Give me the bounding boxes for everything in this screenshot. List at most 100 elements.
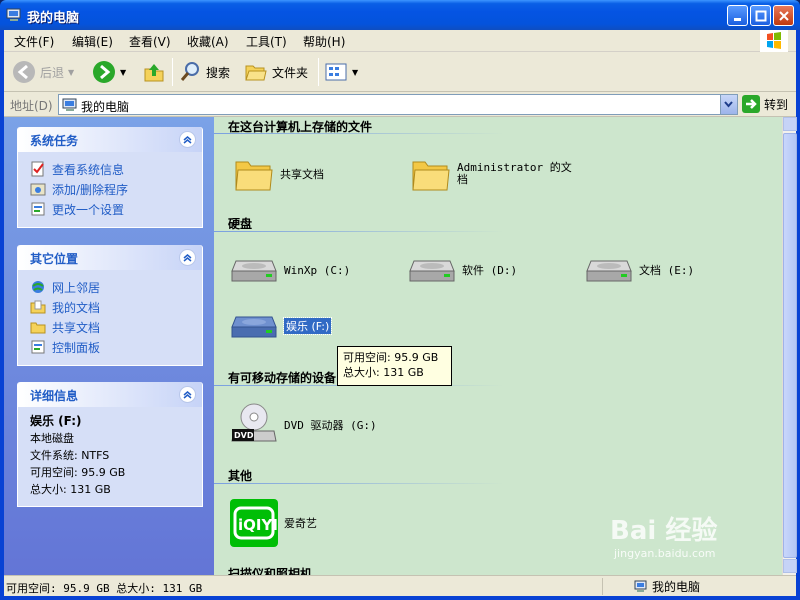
globe-icon	[32, 281, 44, 293]
task-change-setting[interactable]: 更改一个设置	[30, 199, 192, 219]
close-button[interactable]	[773, 5, 794, 26]
other-places-panel: 其它位置 网上邻居 我的文档 共享文档 控制面板	[17, 245, 203, 366]
forward-arrow-icon	[93, 61, 115, 83]
details-free-space: 可用空间: 95.9 GB	[30, 466, 126, 479]
windows-logo-icon	[760, 30, 788, 52]
details-total-size: 总大小: 131 GB	[30, 483, 111, 496]
menu-favorites[interactable]: 收藏(A)	[187, 33, 229, 50]
system-tasks-header[interactable]: 系统任务	[18, 127, 202, 152]
chevron-down-icon	[724, 101, 733, 108]
status-location: 我的电脑	[652, 580, 701, 594]
svg-text:DVD: DVD	[234, 431, 254, 440]
forward-button[interactable]: ▼	[92, 58, 126, 86]
back-button[interactable]: 后退 ▼	[12, 58, 74, 86]
watermark-url: jingyan.baidu.com	[614, 547, 716, 560]
views-icon	[325, 63, 347, 81]
go-label: 转到	[764, 97, 789, 112]
details-header[interactable]: 详细信息	[18, 382, 202, 407]
status-zone: 我的电脑	[634, 578, 700, 595]
group-removable: 有可移动存储的设备	[228, 371, 337, 385]
computer-icon	[634, 580, 647, 592]
place-shared-documents[interactable]: 共享文档	[30, 317, 192, 337]
collapse-icon[interactable]	[179, 131, 196, 148]
hard-drive-icon	[409, 260, 455, 282]
go-button[interactable]: 转到	[742, 95, 788, 113]
folders-button[interactable]: 文件夹	[244, 58, 308, 86]
toolbar-separator	[318, 58, 319, 86]
item-dvd-drive[interactable]: DVD DVD 驱动器 (G:)	[230, 401, 377, 449]
folders-icon	[245, 65, 267, 81]
menu-edit[interactable]: 编辑(E)	[72, 33, 113, 50]
address-label: 地址(D)	[10, 99, 53, 113]
menu-view[interactable]: 查看(V)	[129, 33, 171, 50]
item-drive-c[interactable]: WinXp (C:)	[230, 255, 350, 285]
item-drive-f[interactable]: 娱乐 (F:)	[230, 311, 333, 341]
status-bar: 可用空间: 95.9 GB 总大小: 131 GB 我的电脑	[4, 575, 796, 596]
content-pane: 在这台计算机上存储的文件 共享文档 Administrator 的文档 硬盘 W…	[214, 117, 782, 575]
status-divider	[602, 578, 603, 595]
item-iqiyi[interactable]: iQIYI 爱奇艺	[230, 499, 317, 547]
add-remove-programs-icon	[30, 183, 46, 196]
menu-file[interactable]: 文件(F)	[14, 33, 54, 50]
folder-icon	[30, 322, 46, 334]
drive-tooltip: 可用空间: 95.9 GB 总大小: 131 GB	[337, 346, 452, 386]
svg-text:iQIYI: iQIYI	[238, 516, 278, 534]
address-value: 我的电脑	[81, 100, 130, 114]
menu-tools[interactable]: 工具(T)	[246, 33, 287, 50]
status-text: 可用空间: 95.9 GB 总大小: 131 GB	[6, 582, 203, 595]
group-other: 其他	[228, 469, 253, 483]
details-filesystem: 文件系统: NTFS	[30, 449, 110, 462]
system-tasks-panel: 系统任务 查看系统信息 添加/删除程序 更改一个设置	[17, 127, 203, 228]
task-view-system-info[interactable]: 查看系统信息	[30, 159, 192, 179]
views-button[interactable]: ▼	[324, 58, 358, 86]
place-network[interactable]: 网上邻居	[30, 277, 192, 297]
item-drive-d[interactable]: 软件 (D:)	[408, 255, 517, 285]
search-button[interactable]: 搜索	[178, 58, 230, 86]
views-dropdown-icon[interactable]: ▼	[352, 68, 358, 77]
maximize-icon	[755, 10, 767, 22]
hard-drive-icon	[231, 260, 277, 282]
task-add-remove-programs[interactable]: 添加/删除程序	[30, 179, 192, 199]
dvd-drive-icon: DVD	[231, 403, 277, 442]
task-pane: 系统任务 查看系统信息 添加/删除程序 更改一个设置 其它位置 网上邻居 我的文…	[4, 117, 214, 575]
address-bar: 地址(D) 我的电脑 转到	[4, 92, 796, 117]
vertical-scrollbar[interactable]	[782, 117, 797, 575]
group-scanners: 扫描仪和照相机	[228, 567, 313, 575]
toolbar-separator	[172, 58, 173, 86]
item-admin-documents[interactable]: Administrator 的文档	[411, 154, 581, 194]
group-hard-disks: 硬盘	[228, 217, 253, 231]
group-divider	[214, 231, 504, 232]
maximize-button[interactable]	[750, 5, 771, 26]
other-places-header[interactable]: 其它位置	[18, 245, 202, 270]
back-dropdown-icon[interactable]: ▼	[68, 68, 74, 77]
forward-dropdown-icon[interactable]: ▼	[120, 68, 126, 77]
search-icon	[180, 62, 199, 81]
details-type: 本地磁盘	[30, 432, 74, 445]
toolbar: 后退 ▼ ▼ 搜索 文件夹 ▼	[4, 52, 796, 92]
minimize-button[interactable]	[727, 5, 748, 26]
scroll-up-button[interactable]	[783, 117, 797, 131]
group-divider	[214, 133, 504, 134]
search-label: 搜索	[206, 65, 231, 80]
place-control-panel[interactable]: 控制面板	[30, 337, 192, 357]
collapse-icon[interactable]	[179, 386, 196, 403]
item-shared-documents[interactable]: 共享文档	[234, 154, 324, 194]
title-bar[interactable]: 我的电脑	[0, 0, 800, 30]
menu-help[interactable]: 帮助(H)	[303, 33, 345, 50]
item-drive-e[interactable]: 文档 (E:)	[585, 255, 694, 285]
address-dropdown-button[interactable]	[720, 95, 737, 114]
folder-icon	[412, 161, 450, 191]
collapse-icon[interactable]	[179, 249, 196, 266]
scroll-down-button[interactable]	[783, 559, 797, 573]
menu-bar: 文件(F) 编辑(E) 查看(V) 收藏(A) 工具(T) 帮助(H)	[4, 30, 796, 52]
computer-icon	[62, 98, 77, 111]
up-folder-button[interactable]	[142, 58, 166, 86]
tooltip-free-space: 可用空间: 95.9 GB	[343, 351, 439, 364]
address-input[interactable]: 我的电脑	[58, 94, 738, 115]
iqiyi-icon: iQIYI	[230, 499, 278, 547]
watermark-brand: Bai 经验	[610, 516, 718, 546]
go-arrow-icon	[742, 95, 760, 113]
watermark: Bai 经验 jingyan.baidu.com	[610, 510, 717, 560]
place-my-documents[interactable]: 我的文档	[30, 297, 192, 317]
scroll-thumb[interactable]	[783, 133, 797, 558]
